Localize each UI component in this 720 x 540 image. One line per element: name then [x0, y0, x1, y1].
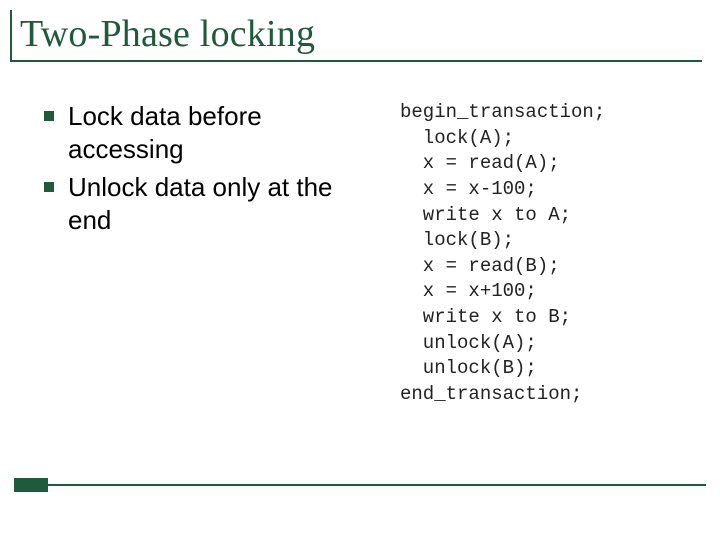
bullet-item: Unlock data only at the end: [40, 171, 380, 236]
title-rule-bottom: [10, 60, 702, 62]
bullet-item: Lock data before accessing: [40, 100, 380, 165]
square-bullet-icon: [44, 182, 54, 192]
slide-title: Two-Phase locking: [20, 12, 315, 56]
code-line: end_transaction;: [400, 383, 582, 405]
code-line: begin_transaction;: [400, 101, 605, 123]
code-line: x = x-100;: [400, 178, 537, 200]
code-block: begin_transaction; lock(A); x = read(A);…: [400, 100, 700, 408]
code-line: x = x+100;: [400, 280, 537, 302]
code-line: x = read(A);: [400, 152, 560, 174]
bullet-list: Lock data before accessing Unlock data o…: [40, 100, 380, 242]
code-line: lock(B);: [400, 229, 514, 251]
slide: Two-Phase locking Lock data before acces…: [0, 0, 720, 540]
bullet-text: Lock data before accessing: [68, 101, 262, 164]
title-rule-left: [10, 10, 12, 62]
code-line: write x to A;: [400, 204, 571, 226]
code-line: write x to B;: [400, 306, 571, 328]
footer-tab-icon: [14, 478, 48, 492]
code-line: lock(A);: [400, 127, 514, 149]
square-bullet-icon: [44, 111, 54, 121]
footer-rule: [48, 484, 706, 486]
code-line: unlock(B);: [400, 357, 537, 379]
bullet-text: Unlock data only at the end: [68, 172, 333, 235]
code-line: x = read(B);: [400, 255, 560, 277]
code-line: unlock(A);: [400, 332, 537, 354]
